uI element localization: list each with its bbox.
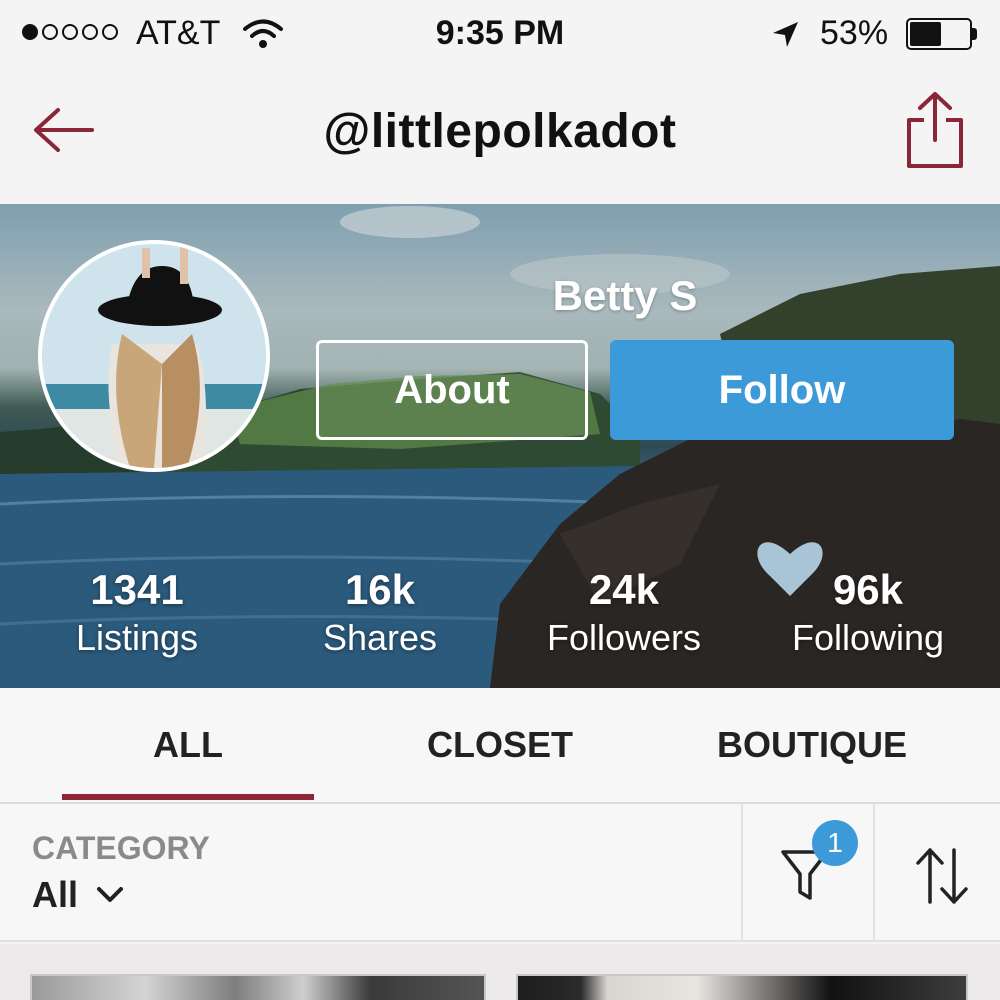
page-title: @littlepolkadot bbox=[323, 105, 677, 158]
listings-grid bbox=[0, 944, 1000, 1000]
category-value: All bbox=[32, 874, 79, 915]
battery-tip bbox=[972, 28, 977, 40]
tab-boutique[interactable]: BOUTIQUE bbox=[682, 688, 942, 802]
stat-value: 96k bbox=[832, 566, 904, 613]
follow-button[interactable]: Follow bbox=[610, 340, 954, 440]
stat-label: Following bbox=[791, 617, 945, 658]
nav-bar: @littlepolkadot bbox=[0, 66, 1000, 204]
profile-name: Betty S bbox=[552, 272, 698, 319]
battery-level bbox=[910, 22, 941, 46]
listing-item[interactable] bbox=[30, 974, 486, 1000]
avatar[interactable] bbox=[38, 240, 270, 472]
stat-value: 24k bbox=[588, 566, 660, 613]
sort-button[interactable] bbox=[876, 804, 1000, 940]
filter-count-badge: 1 bbox=[812, 820, 858, 866]
divider bbox=[873, 804, 875, 940]
battery-percent: 53% bbox=[820, 14, 889, 52]
stat-label: Shares bbox=[322, 617, 438, 658]
status-bar: AT&T 9:35 PM 53% bbox=[0, 0, 1000, 66]
stat-following[interactable]: 96k Following bbox=[748, 564, 988, 660]
chevron-down-icon bbox=[97, 887, 124, 902]
sort-arrows-icon bbox=[916, 848, 968, 904]
location-arrow-icon bbox=[773, 22, 798, 47]
filter-button[interactable] bbox=[744, 804, 874, 940]
avatar-photo bbox=[42, 244, 266, 468]
stat-label: Followers bbox=[546, 617, 702, 658]
profile-stats: 1341 Listings 16k Shares 24k Followers 9… bbox=[0, 564, 1000, 664]
stat-label: Listings bbox=[75, 617, 199, 658]
closet-tabs: ALL CLOSET BOUTIQUE bbox=[0, 688, 1000, 804]
category-dropdown[interactable]: All bbox=[32, 870, 124, 920]
battery-icon bbox=[906, 18, 972, 50]
tab-closet[interactable]: CLOSET bbox=[370, 688, 630, 802]
stat-followers[interactable]: 24k Followers bbox=[504, 564, 744, 660]
about-button[interactable]: About bbox=[316, 340, 588, 440]
profile-cover: Betty S About Follow 1341 Listings 16k S… bbox=[0, 204, 1000, 688]
divider bbox=[741, 804, 743, 940]
stat-value: 1341 bbox=[90, 566, 184, 613]
listing-item[interactable] bbox=[516, 974, 968, 1000]
active-tab-indicator bbox=[62, 794, 314, 800]
stat-shares[interactable]: 16k Shares bbox=[260, 564, 500, 660]
share-icon[interactable] bbox=[900, 90, 970, 170]
stat-listings[interactable]: 1341 Listings bbox=[17, 564, 257, 660]
stat-value: 16k bbox=[344, 566, 416, 613]
category-label: CATEGORY bbox=[32, 830, 210, 866]
tab-all[interactable]: ALL bbox=[58, 688, 318, 802]
